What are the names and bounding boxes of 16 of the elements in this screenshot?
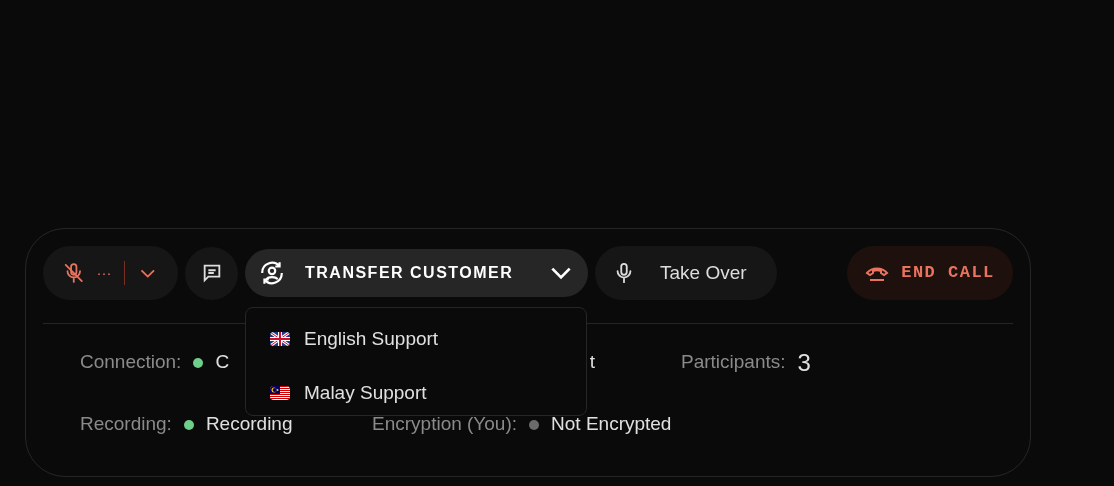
flag-icon (270, 386, 290, 400)
stat-value: t (589, 350, 595, 375)
mic-control[interactable]: ··· (43, 246, 178, 300)
mic-level-text: ··· (96, 262, 112, 283)
chat-button[interactable] (185, 246, 238, 300)
stat-value: 3 (797, 347, 811, 378)
stat-value: C (215, 350, 230, 375)
stat-label: Connection: (80, 350, 182, 375)
menu-item[interactable]: English Support (246, 316, 586, 362)
transfer-customer-button[interactable]: TRANSFER CUSTOMER (245, 249, 588, 297)
take-over-button[interactable]: Take Over (595, 246, 777, 300)
flag-icon (270, 332, 290, 346)
stat-label: Participants: (681, 350, 786, 375)
end-call-button[interactable]: END CALL (847, 246, 1013, 300)
user-sync-icon (259, 260, 285, 286)
stat-label: Recording: (80, 412, 172, 437)
